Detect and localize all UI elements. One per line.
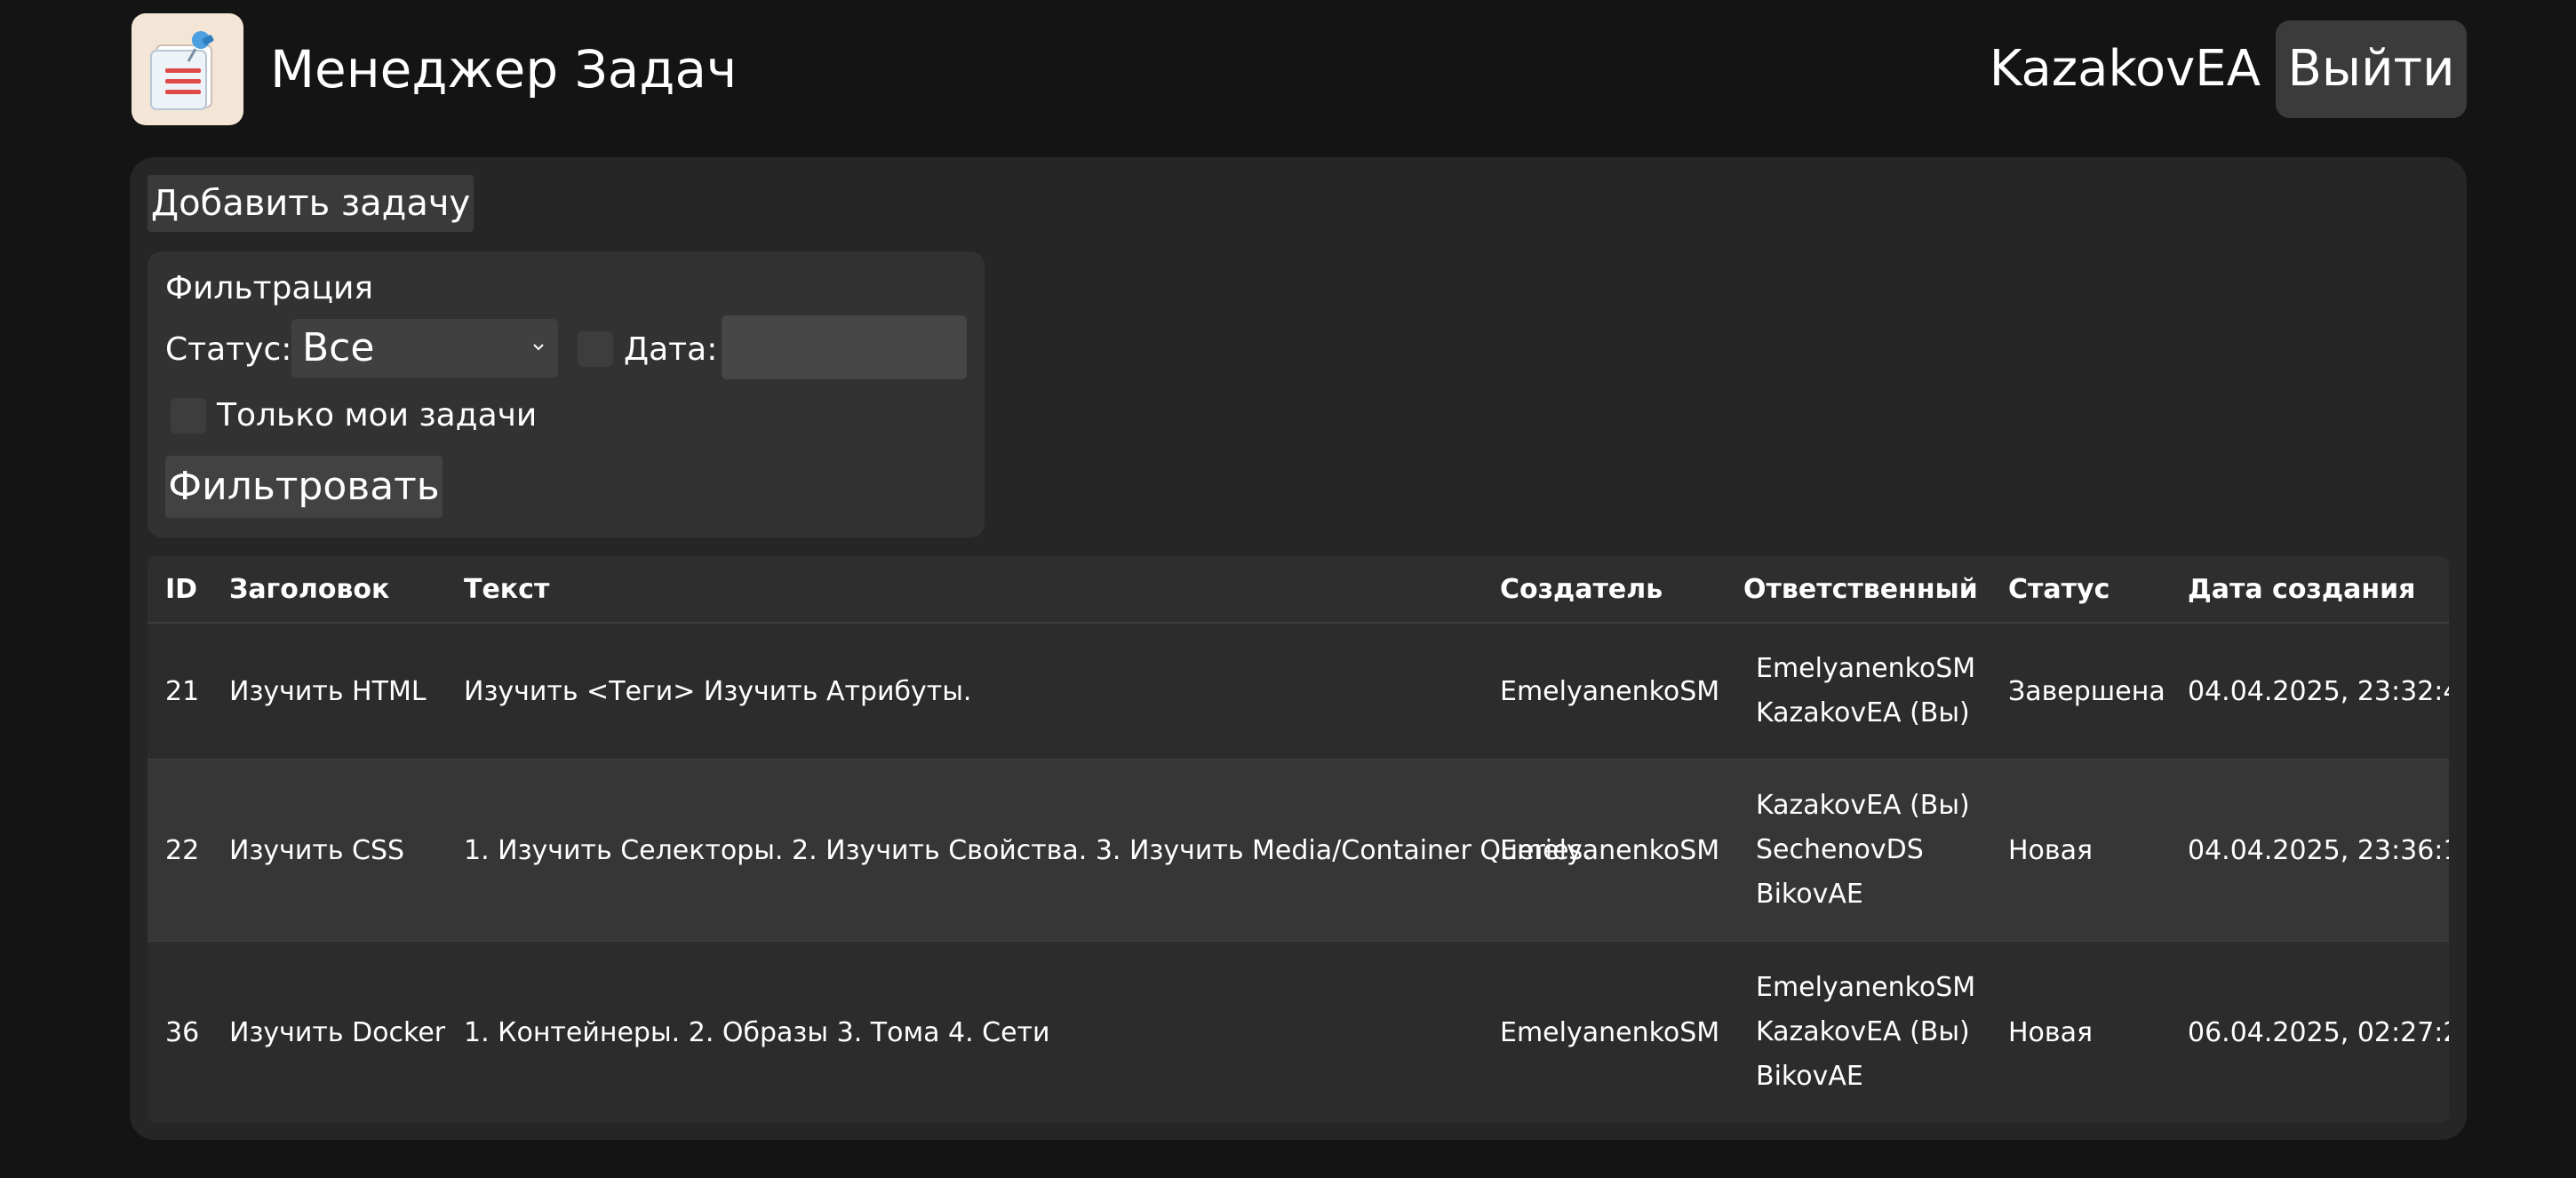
column-header-title: Заголовок <box>229 573 390 605</box>
task-responsible: EmelyanenkoSM KazakovEA (Вы) <box>1756 624 1975 759</box>
status-select[interactable]: Все <box>291 319 558 378</box>
date-filter-label: Дата: <box>624 331 718 368</box>
table-row[interactable]: 22 Изучить CSS 1. Изучить Селекторы. 2. … <box>148 760 2449 942</box>
add-task-button[interactable]: Добавить задачу <box>148 175 474 232</box>
task-title: Изучить HTML <box>229 675 427 707</box>
tasks-table: ID Заголовок Текст Создатель Ответственн… <box>148 556 2449 1123</box>
task-title: Изучить CSS <box>229 834 405 866</box>
task-responsible: KazakovEA (Вы) SechenovDS BikovAE <box>1756 760 1970 940</box>
app-header: Менеджер Задач KazakovEA Выйти <box>132 13 2467 125</box>
task-text: Изучить <Теги> Изучить Атрибуты. <box>464 675 972 707</box>
column-header-creator: Создатель <box>1500 573 1663 605</box>
table-header-row: ID Заголовок Текст Создатель Ответственн… <box>148 556 2449 624</box>
responsible-user: EmelyanenkoSM <box>1756 653 1976 684</box>
task-title: Изучить Docker <box>229 1016 446 1048</box>
filter-title: Фильтрация <box>165 270 374 306</box>
task-status: Завершена <box>2008 675 2165 707</box>
chevron-down-icon <box>533 344 544 351</box>
responsible-user: BikovAE <box>1756 1061 1863 1092</box>
column-header-status: Статус <box>2008 573 2110 605</box>
task-status: Новая <box>2008 1016 2093 1048</box>
task-text: 1. Изучить Селекторы. 2. Изучить Свойств… <box>464 834 1591 866</box>
task-creator: EmelyanenkoSM <box>1500 1016 1720 1048</box>
app-title: Менеджер Задач <box>270 39 738 99</box>
column-header-id: ID <box>165 573 198 605</box>
task-responsible: EmelyanenkoSM KazakovEA (Вы) BikovAE <box>1756 942 1975 1123</box>
task-id: 21 <box>165 675 200 707</box>
task-status: Новая <box>2008 834 2093 866</box>
task-creator: EmelyanenkoSM <box>1500 675 1720 707</box>
task-creator: EmelyanenkoSM <box>1500 834 1720 866</box>
only-mine-checkbox[interactable] <box>171 398 206 434</box>
clipboard-pin-icon <box>150 31 214 110</box>
task-id: 22 <box>165 834 200 866</box>
task-date: 04.04.2025, 23:32:41 <box>2188 675 2449 707</box>
column-header-text: Текст <box>464 573 550 605</box>
task-date: 04.04.2025, 23:36:16 <box>2188 834 2449 866</box>
status-filter-label: Статус: <box>165 331 292 368</box>
responsible-user: KazakovEA (Вы) <box>1756 697 1970 728</box>
filter-panel: Фильтрация Статус: Все Дата: Только мои … <box>148 251 985 537</box>
only-mine-label: Только мои задачи <box>217 397 538 434</box>
responsible-user: KazakovEA (Вы) <box>1756 790 1970 821</box>
date-input[interactable] <box>722 315 967 379</box>
current-username: KazakovEA <box>1989 40 2261 98</box>
date-filter-checkbox[interactable] <box>578 331 613 367</box>
logout-button[interactable]: Выйти <box>2276 20 2467 118</box>
column-header-date: Дата создания <box>2188 573 2416 605</box>
app-logo <box>132 13 243 125</box>
column-header-responsible: Ответственный <box>1743 573 1978 605</box>
filter-button[interactable]: Фильтровать <box>165 456 443 518</box>
responsible-user: SechenovDS <box>1756 834 1924 865</box>
task-text: 1. Контейнеры. 2. Образы 3. Тома 4. Сети <box>464 1016 1050 1048</box>
task-id: 36 <box>165 1016 200 1048</box>
status-select-value: Все <box>302 325 375 370</box>
responsible-user: BikovAE <box>1756 879 1863 910</box>
table-row[interactable]: 21 Изучить HTML Изучить <Теги> Изучить А… <box>148 624 2449 760</box>
responsible-user: KazakovEA (Вы) <box>1756 1016 1970 1047</box>
main-panel: Добавить задачу Фильтрация Статус: Все Д… <box>130 157 2467 1140</box>
responsible-user: EmelyanenkoSM <box>1756 972 1976 1003</box>
task-date: 06.04.2025, 02:27:29 <box>2188 1016 2449 1048</box>
table-row[interactable]: 36 Изучить Docker 1. Контейнеры. 2. Обра… <box>148 942 2449 1123</box>
